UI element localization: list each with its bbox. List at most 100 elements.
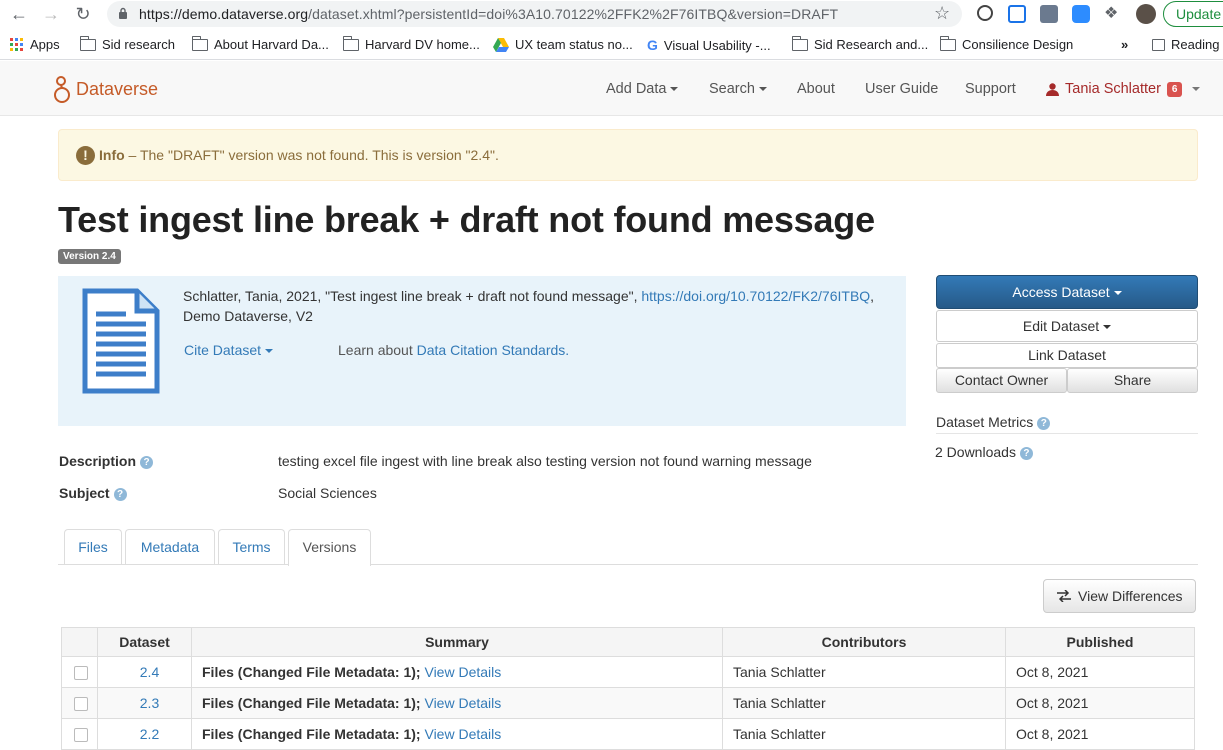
summary-cell: Files (Changed File Metadata: 1); View D… — [191, 718, 723, 750]
info-alert: ! Info – The "DRAFT" version was not fou… — [58, 129, 1198, 181]
view-differences-button[interactable]: View Differences — [1043, 579, 1196, 613]
update-button[interactable]: Update — [1163, 1, 1223, 27]
bookmark-apps[interactable]: Apps — [10, 37, 60, 52]
version-cell: 2.4 — [97, 656, 192, 688]
link-dataset-button[interactable]: Link Dataset — [936, 343, 1198, 368]
notification-badge: 6 — [1166, 81, 1183, 97]
extension-g-icon[interactable] — [977, 5, 993, 21]
help-icon[interactable]: ? — [1019, 446, 1033, 460]
cite-dataset-label: Cite Dataset — [184, 342, 262, 358]
tab-metadata[interactable]: Metadata — [125, 529, 215, 565]
bookmark-harvard-dv-home[interactable]: Harvard DV home... — [342, 35, 480, 52]
data-citation-standards-link[interactable]: Data Citation Standards. — [417, 342, 570, 358]
tab-versions[interactable]: Versions — [288, 529, 371, 566]
dataset-title: Test ingest line break + draft not found… — [58, 199, 875, 240]
nav-user-guide[interactable]: User Guide — [865, 81, 938, 97]
learn-prefix: Learn about — [338, 342, 417, 358]
extension-check-icon[interactable] — [1008, 5, 1026, 23]
row-checkbox[interactable] — [74, 696, 88, 711]
bookmark-consilience[interactable]: Consilience Design — [939, 35, 1074, 52]
version-link[interactable]: 2.3 — [140, 695, 159, 711]
back-icon[interactable]: ← — [8, 4, 30, 24]
version-link[interactable]: 2.4 — [140, 664, 159, 680]
nav-search[interactable]: Search — [709, 81, 767, 97]
table-header-row: Dataset Summary Contributors Published — [61, 627, 1195, 657]
description-label-text: Description — [59, 453, 137, 469]
access-dataset-button[interactable]: Access Dataset — [936, 275, 1198, 309]
reading-list[interactable]: Reading — [1152, 37, 1219, 52]
edit-dataset-button[interactable]: Edit Dataset — [936, 310, 1198, 342]
doi-link[interactable]: https://doi.org/10.70122/FK2/76ITBQ — [641, 288, 870, 304]
help-icon[interactable]: ? — [1037, 416, 1051, 430]
nav-label: Search — [709, 81, 755, 97]
published-cell: Oct 8, 2021 — [1005, 687, 1195, 719]
contact-owner-button[interactable]: Contact Owner — [936, 368, 1067, 393]
row-select-cell — [61, 687, 98, 719]
bookmark-sid-research-and[interactable]: Sid Research and... — [791, 35, 929, 52]
bookmark-ux-team[interactable]: UX team status no... — [493, 37, 633, 52]
bookmarks-overflow[interactable]: » — [1121, 37, 1128, 52]
google-g-icon: G — [647, 37, 658, 53]
folder-icon — [79, 35, 96, 51]
help-icon[interactable]: ? — [113, 487, 127, 501]
user-menu[interactable]: Tania Schlatter 6 — [1046, 81, 1201, 97]
nav-about[interactable]: About — [797, 81, 835, 97]
extension-h-icon[interactable] — [1040, 5, 1058, 23]
tab-terms[interactable]: Terms — [218, 529, 285, 565]
nav-support[interactable]: Support — [965, 81, 1016, 97]
version-link[interactable]: 2.2 — [140, 726, 159, 742]
tab-files[interactable]: Files — [64, 529, 122, 565]
view-details-link[interactable]: View Details — [424, 695, 501, 711]
summary-text: Files (Changed File Metadata: 1); — [202, 695, 421, 711]
table-row: 2.2 Files (Changed File Metadata: 1); Vi… — [61, 718, 1195, 750]
brand-name: Dataverse — [76, 78, 159, 99]
downloads-count: 2 Downloads? — [935, 444, 1033, 460]
bookmark-star-icon[interactable]: ☆ — [934, 3, 950, 24]
cite-dataset-button[interactable]: Cite Dataset — [184, 342, 274, 358]
bookmark-sid-research[interactable]: Sid research — [79, 35, 175, 52]
nav-add-data[interactable]: Add Data — [606, 81, 679, 97]
apps-grid-icon — [10, 37, 23, 51]
help-icon[interactable]: ? — [140, 455, 154, 469]
reload-icon[interactable]: ↻ — [72, 4, 94, 24]
caret-down-icon — [1103, 325, 1112, 330]
reading-list-label: Reading — [1171, 37, 1220, 52]
zoom-extension-icon[interactable] — [1072, 5, 1090, 23]
version-cell: 2.2 — [97, 718, 192, 750]
citation-tail: , — [870, 288, 875, 304]
subject-label-text: Subject — [59, 485, 110, 501]
folder-icon — [939, 35, 956, 51]
view-details-link[interactable]: View Details — [424, 664, 501, 680]
citation-line2: Demo Dataverse, V2 — [183, 308, 313, 324]
version-cell: 2.3 — [97, 687, 192, 719]
bookmarks-bar: Apps Sid research About Harvard Da... Ha… — [0, 30, 1223, 60]
caret-down-icon — [758, 87, 767, 92]
puzzle-icon[interactable]: ❖ — [1104, 3, 1122, 22]
bookmark-label: About Harvard Da... — [214, 37, 329, 52]
access-dataset-label: Access Dataset — [1012, 284, 1110, 300]
row-checkbox[interactable] — [74, 727, 88, 742]
share-button[interactable]: Share — [1067, 368, 1198, 393]
row-checkbox[interactable] — [74, 665, 88, 680]
bookmark-label: Apps — [30, 37, 60, 52]
bookmark-label: Sid Research and... — [814, 37, 929, 52]
view-differences-label: View Differences — [1078, 588, 1183, 604]
summary-text: Files (Changed File Metadata: 1); — [202, 664, 421, 680]
profile-avatar[interactable] — [1136, 4, 1156, 24]
view-details-link[interactable]: View Details — [424, 726, 501, 742]
bookmark-about-harvard[interactable]: About Harvard Da... — [191, 35, 329, 52]
bookmark-label: Consilience Design — [962, 37, 1074, 52]
address-bar[interactable]: https://demo.dataverse.org/dataset.xhtml… — [107, 1, 962, 27]
bookmark-label: Sid research — [102, 37, 175, 52]
caret-down-icon — [265, 349, 274, 354]
forward-icon[interactable]: → — [40, 4, 62, 24]
dataverse-navbar: Dataverse Add Data Search About User Gui… — [0, 61, 1223, 116]
url-text: https://demo.dataverse.org/dataset.xhtml… — [139, 6, 838, 22]
summary-cell: Files (Changed File Metadata: 1); View D… — [191, 687, 723, 719]
caret-down-icon — [1192, 87, 1201, 91]
description-value: testing excel file ingest with line brea… — [278, 453, 812, 469]
bookmark-visual-usability[interactable]: G Visual Usability -... — [647, 37, 771, 53]
google-drive-icon — [493, 37, 509, 52]
dataverse-logo[interactable]: Dataverse — [54, 74, 158, 104]
subject-value: Social Sciences — [278, 485, 377, 501]
